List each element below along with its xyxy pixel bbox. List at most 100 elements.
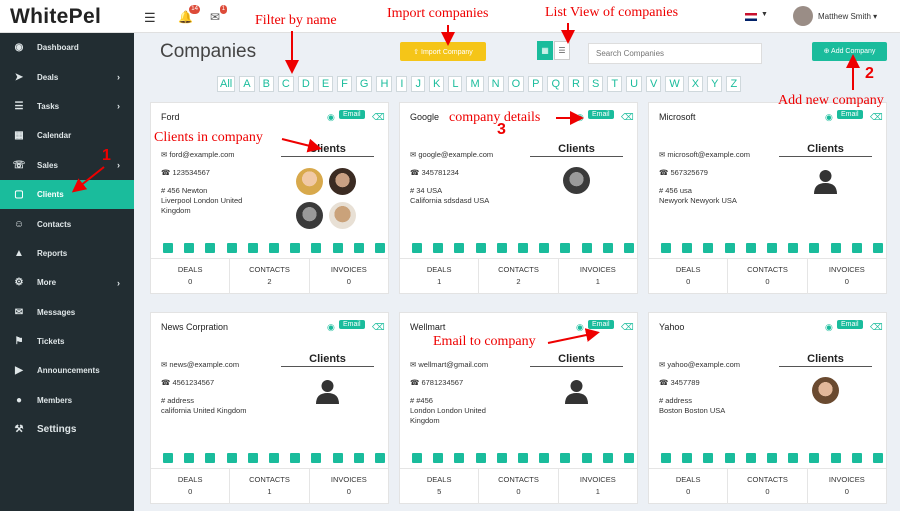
letter-filter-v[interactable]: V [646,76,662,92]
github-icon[interactable] [602,453,613,463]
skype-icon[interactable] [226,243,237,253]
company-name[interactable]: Microsoft [659,112,696,122]
letter-filter-z[interactable]: Z [726,76,742,92]
tumblr-icon[interactable] [809,453,820,463]
digg-icon[interactable] [374,243,385,253]
digg-icon[interactable] [623,453,634,463]
letter-filter-i[interactable]: I [396,76,408,92]
twitter-icon[interactable] [745,243,756,253]
email-company-button[interactable]: Email [339,320,365,329]
linkedin-icon[interactable] [205,453,216,463]
digg-icon[interactable] [872,243,883,253]
letter-filter-a[interactable]: A [239,76,255,92]
letter-filter-u[interactable]: U [626,76,643,92]
tumblr-icon[interactable] [311,453,322,463]
tumblr-icon[interactable] [560,453,571,463]
letter-filter-d[interactable]: D [297,76,314,92]
sidebar-item-members[interactable]: ● Members [0,386,134,415]
facebook-square-icon[interactable] [433,453,444,463]
instagram-icon[interactable] [581,243,592,253]
list-view-button[interactable]: ☰ [554,41,570,60]
sidebar-item-contacts[interactable]: ☺ Contacts [0,209,134,238]
caret-down-icon[interactable]: ▼ [761,11,768,18]
letter-filter-t[interactable]: T [607,76,623,92]
sidebar-item-deals[interactable]: ➤ Deals › [0,62,134,91]
eye-icon[interactable]: ◉ [576,112,584,123]
facebook-icon[interactable] [661,243,671,253]
sidebar-item-announcements[interactable]: ▶ Announcements [0,356,134,385]
letter-filter-x[interactable]: X [687,76,704,92]
trash-icon[interactable]: ⌫ [372,322,385,333]
pinterest-icon[interactable] [539,453,550,463]
facebook-square-icon[interactable] [682,453,693,463]
company-name[interactable]: Google [410,112,439,122]
letter-filter-p[interactable]: P [528,76,544,92]
sidebar-item-tickets[interactable]: ⚑ Tickets [0,327,134,356]
sidebar-item-calendar[interactable]: ▦ Calendar [0,121,134,150]
pinterest-icon[interactable] [539,243,550,253]
twitter-icon[interactable] [496,243,507,253]
grid-view-button[interactable]: ▦ [537,41,553,60]
client-avatar[interactable] [563,167,590,194]
twitter-icon[interactable] [247,243,258,253]
skype-icon[interactable] [724,243,735,253]
twitter-icon[interactable] [745,453,756,463]
eye-icon[interactable]: ◉ [327,322,335,333]
facebook-icon[interactable] [163,243,173,253]
digg-icon[interactable] [872,453,883,463]
sidebar-item-messages[interactable]: ✉ Messages [0,298,134,327]
company-name[interactable]: Yahoo [659,322,684,332]
letter-filter-b[interactable]: B [258,76,274,92]
letter-filter-h[interactable]: H [376,76,393,92]
email-company-button[interactable]: Email [588,110,614,119]
digg-icon[interactable] [623,243,634,253]
facebook-square-icon[interactable] [682,243,693,253]
eye-icon[interactable]: ◉ [825,322,833,333]
github-icon[interactable] [353,243,364,253]
letter-filter-m[interactable]: M [466,76,484,92]
eye-icon[interactable]: ◉ [327,112,335,123]
trash-icon[interactable]: ⌫ [372,112,385,123]
pinterest-icon[interactable] [788,243,799,253]
linkedin-icon[interactable] [205,243,216,253]
import-company-button[interactable]: ⇧ Import Company [400,42,486,61]
trash-icon[interactable]: ⌫ [870,112,883,123]
bell-icon[interactable]: 🔔 14 [178,5,200,24]
add-company-button[interactable]: ⊕ Add Company [812,42,887,61]
skype-icon[interactable] [475,243,486,253]
company-name[interactable]: News Corpration [161,322,228,332]
instagram-icon[interactable] [830,243,841,253]
company-name[interactable]: Wellmart [410,322,445,332]
client-avatar[interactable] [296,168,323,195]
language-flag-icon[interactable] [745,13,757,21]
xing-icon[interactable] [766,453,777,463]
letter-filter-y[interactable]: Y [707,76,723,92]
github-icon[interactable] [851,453,862,463]
tumblr-icon[interactable] [311,243,322,253]
email-company-button[interactable]: Email [837,110,863,119]
pinterest-icon[interactable] [290,453,301,463]
xing-icon[interactable] [517,453,528,463]
skype-icon[interactable] [226,453,237,463]
trash-icon[interactable]: ⌫ [621,322,634,333]
search-input[interactable] [588,43,762,64]
skype-icon[interactable] [724,453,735,463]
xing-icon[interactable] [517,243,528,253]
instagram-icon[interactable] [830,453,841,463]
letter-filter-q[interactable]: Q [547,76,565,92]
linkedin-icon[interactable] [703,243,714,253]
sidebar-item-sales[interactable]: ☏ Sales › [0,151,134,180]
company-name[interactable]: Ford [161,112,180,122]
instagram-icon[interactable] [332,453,343,463]
letter-filter-j[interactable]: J [411,76,425,92]
email-company-button[interactable]: Email [837,320,863,329]
default-avatar-icon[interactable] [812,167,839,194]
github-icon[interactable] [353,453,364,463]
letter-filter-e[interactable]: E [317,76,334,92]
trash-icon[interactable]: ⌫ [870,322,883,333]
letter-filter-w[interactable]: W [665,76,684,92]
user-menu[interactable]: Matthew Smith ▾ [818,12,877,21]
brand-logo[interactable]: WhitePel [10,5,101,29]
letter-filter-f[interactable]: F [337,76,352,92]
facebook-square-icon[interactable] [184,453,195,463]
